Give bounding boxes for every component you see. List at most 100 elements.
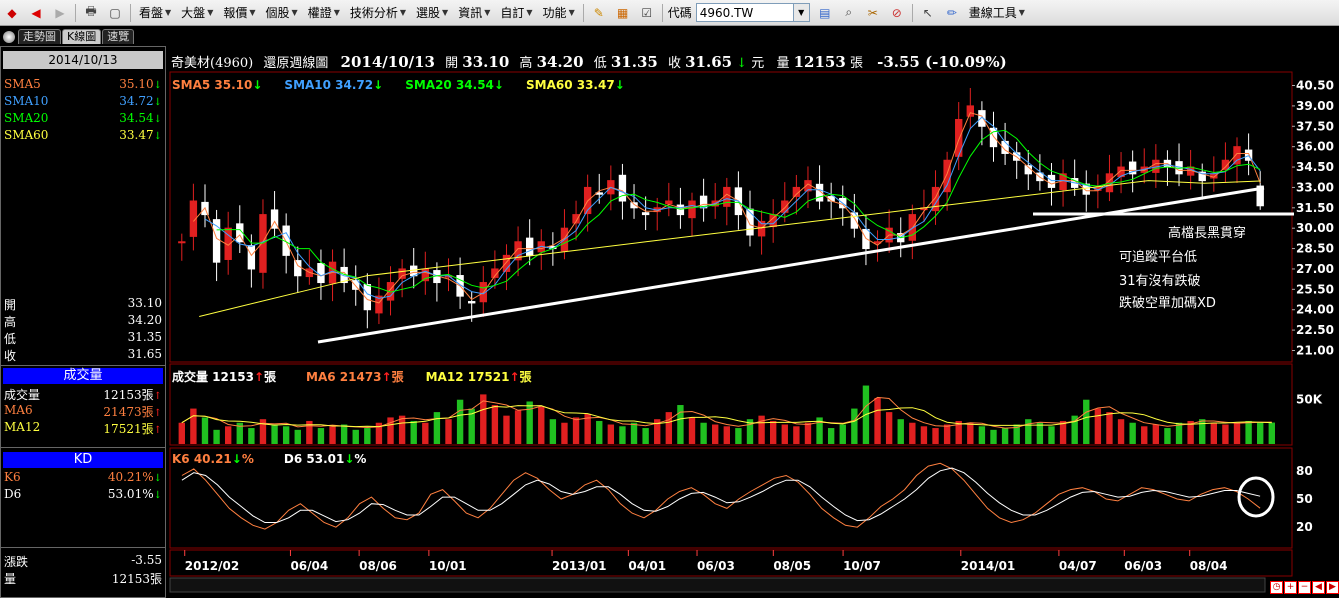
qty-label: 量 (4, 572, 17, 586)
price-tick-label: 21.00 (1296, 343, 1334, 357)
legend-entry: MA6 21473↑張 (306, 370, 404, 384)
volume-bar (410, 420, 417, 444)
sma20-row: SMA20 34.54↓ (4, 111, 162, 127)
zoom-out-icon[interactable]: − (1298, 580, 1311, 594)
dropdown-arrow-icon: ▼ (207, 8, 214, 17)
kd-label: K6 (4, 470, 21, 484)
volume-bar (851, 408, 858, 444)
print-icon[interactable]: 🖶 (82, 4, 100, 22)
candle-body (468, 301, 476, 304)
dropdown-arrow-icon: ▼ (1018, 8, 1025, 17)
info-panel: 2014/10/13 SMA5 35.10↓ SMA10 34.72↓ SMA2… (0, 46, 166, 598)
back-icon[interactable]: ◀ (27, 4, 45, 22)
volume-bar (1152, 424, 1160, 444)
volume-bar (758, 415, 765, 444)
volume-bar (596, 420, 603, 444)
sma-label: SMA20 (4, 111, 49, 125)
ohlc-label: 高 (4, 315, 17, 329)
menu-item-8[interactable]: 自訂 ▼ (495, 2, 537, 24)
sma-value: 34.54↓ (119, 111, 162, 125)
tag-icon[interactable]: ⊘ (888, 4, 906, 22)
candle-body (410, 265, 418, 277)
code-label: 代碼 (667, 6, 692, 20)
dropdown-arrow-icon: ▼ (333, 8, 340, 17)
menu-item-4[interactable]: 權證 ▼ (303, 2, 345, 24)
stock-code-input[interactable] (695, 3, 794, 22)
axis-layer: 40.50 39.00 37.50 36.00 34.50 33.00 31.50 30.00… (184, 79, 1334, 573)
volume-tick-label: 50K (1296, 393, 1323, 407)
volume-bar (1175, 422, 1183, 444)
menu-item-9[interactable]: 功能 ▼ (538, 2, 580, 24)
volume-bar (433, 412, 441, 444)
draw-tools-menu[interactable]: 畫線工具 ▼ (964, 2, 1030, 24)
annotation-4: 跌破空單加碼XD (1119, 296, 1216, 311)
clock-icon[interactable]: ◷ (1270, 580, 1283, 594)
volume-layer (178, 385, 1275, 444)
tools-icon[interactable]: ✂ (864, 4, 882, 22)
menu-label: 個股 (265, 6, 290, 20)
k6-line (181, 462, 1261, 530)
volume-bar (1164, 428, 1171, 444)
arrow-up-icon: ↑ (153, 408, 162, 419)
chart-scrollbar[interactable] (169, 577, 1266, 593)
quote-icon[interactable]: ▤ (816, 4, 834, 22)
date-tick-label: 2014/01 (961, 559, 1015, 573)
code-dropdown-icon[interactable]: ▼ (793, 3, 810, 22)
menu-item-6[interactable]: 選股 ▼ (411, 2, 453, 24)
volume-bar (526, 401, 533, 444)
menu-item-3[interactable]: 個股 ▼ (261, 2, 303, 24)
volume-bar (1106, 412, 1113, 444)
chart-area[interactable]: 奇美材(4960) 還原週線圖 2014/10/13 開 33.10 高 34.… (168, 46, 1339, 598)
scroll-left-icon[interactable]: ◀ (1312, 580, 1325, 594)
volume-bar (804, 422, 812, 444)
legend-entry: 成交量 12153↑張 (172, 370, 277, 384)
window-icon[interactable]: ▢ (106, 4, 124, 22)
volume-bar (978, 426, 986, 444)
volume-bar (503, 415, 510, 444)
volume-bar (688, 417, 696, 444)
menu-item-7[interactable]: 資訊 ▼ (453, 2, 495, 24)
calendar-icon[interactable]: ▦ (614, 4, 632, 22)
volume-bar (190, 408, 197, 444)
menu-item-5[interactable]: 技術分析 ▼ (345, 2, 411, 24)
volume-bar (1059, 420, 1067, 444)
menu-item-0[interactable]: 看盤 ▼ (134, 2, 176, 24)
date-tick-label: 06/04 (290, 559, 328, 573)
sma-label: SMA10 (4, 94, 49, 108)
pencil-icon[interactable]: ✎ (590, 4, 608, 22)
scroll-right-icon[interactable]: ▶ (1326, 580, 1339, 594)
menu-item-1[interactable]: 大盤 ▼ (176, 2, 218, 24)
volume-bar (1094, 408, 1102, 444)
volume-bar (1129, 422, 1136, 444)
volume-bar (201, 417, 209, 444)
d6-row: D6 53.01%↓ (4, 487, 162, 503)
tab-kline[interactable]: K線圖 (62, 29, 102, 44)
menu-item-2[interactable]: 報價 ▼ (218, 2, 260, 24)
candle-body (398, 268, 406, 279)
volume-bar (480, 394, 487, 444)
volume-bar (317, 428, 325, 444)
volume-bar (990, 429, 997, 444)
d6-line (181, 467, 1261, 523)
arrow-down-icon: ↓ (153, 80, 162, 91)
tab-overview[interactable]: 速覽 (102, 29, 135, 44)
dropdown-arrow-icon: ▼ (399, 8, 407, 17)
search-icon[interactable]: ⌕ (840, 4, 858, 22)
arrow-down-icon: ↓ (153, 114, 162, 125)
draw-tool-icon[interactable]: ✏ (943, 4, 961, 22)
menu-label: 功能 (542, 6, 567, 20)
menu-label: 選股 (416, 6, 441, 20)
volume-bar (897, 419, 904, 444)
zoom-in-icon[interactable]: + (1284, 580, 1297, 594)
tab-trend[interactable]: 走勢圖 (18, 29, 61, 44)
volume-bar (538, 406, 545, 444)
forward-icon[interactable]: ▶ (51, 4, 69, 22)
checkbox-icon[interactable]: ☑ (638, 4, 656, 22)
volume-bar (1001, 428, 1009, 444)
cursor-icon[interactable]: ↖ (919, 4, 937, 22)
candle-body (966, 105, 974, 117)
candle-body (294, 260, 302, 277)
app-logo-icon[interactable]: ◆ (3, 4, 21, 22)
volume-row: 成交量 12153張↑ (4, 386, 162, 402)
stock-chart[interactable]: 40.50 39.00 37.50 36.00 34.50 33.00 31.50 30.00… (168, 46, 1339, 598)
